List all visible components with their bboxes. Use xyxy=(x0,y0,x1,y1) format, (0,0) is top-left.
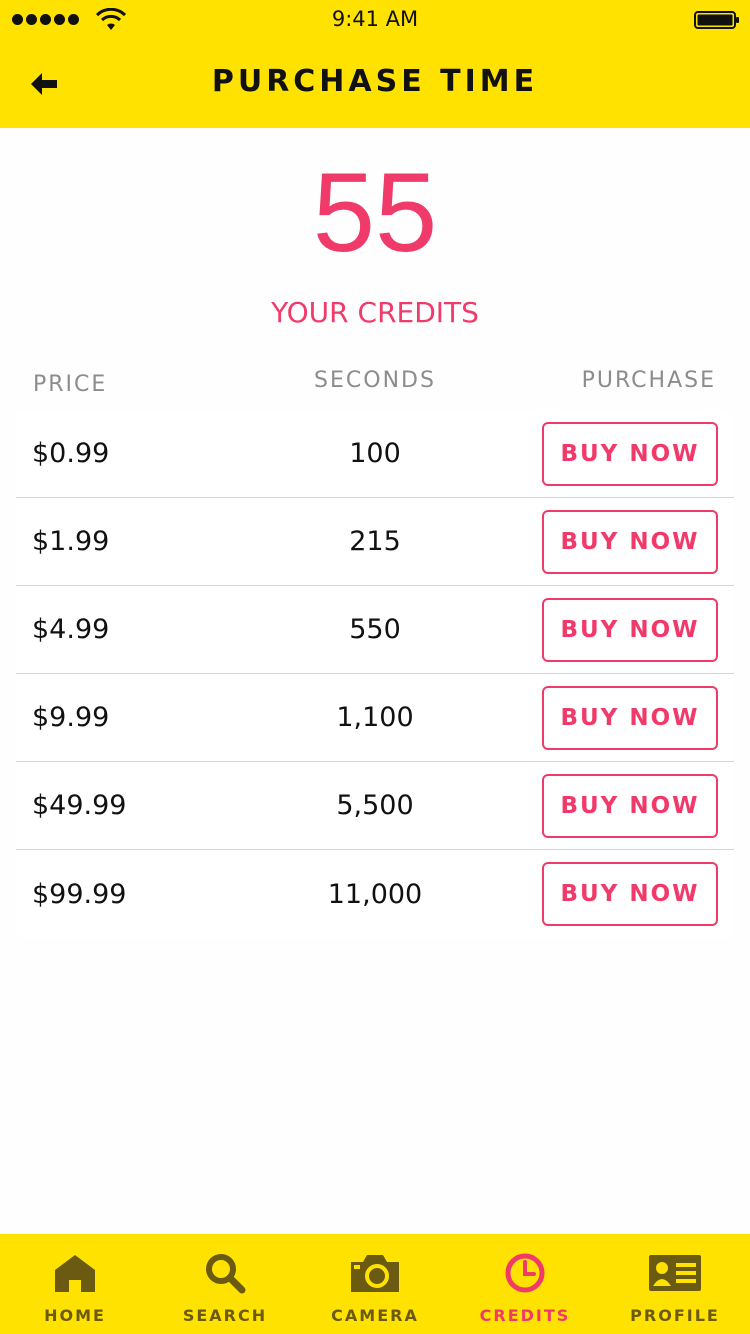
column-header-purchase: PURCHASE xyxy=(581,368,716,393)
clock-icon xyxy=(505,1253,545,1293)
credits-count: 55 xyxy=(312,150,438,275)
tab-bar: HOME SEARCH CAMERA CREDITS PROFILE xyxy=(0,1234,750,1334)
tab-profile[interactable]: PROFILE xyxy=(600,1234,750,1334)
credits-label: YOUR CREDITS xyxy=(271,296,479,329)
home-icon xyxy=(55,1255,95,1292)
tab-label: HOME xyxy=(44,1306,106,1325)
camera-icon xyxy=(351,1255,399,1292)
tab-camera[interactable]: CAMERA xyxy=(300,1234,450,1334)
tab-label: SEARCH xyxy=(182,1306,268,1325)
tab-label: PROFILE xyxy=(630,1306,720,1325)
table-row: $4.99 550 BUY NOW xyxy=(16,586,734,674)
pricing-table: $0.99 100 BUY NOW $1.99 215 BUY NOW $4.9… xyxy=(16,410,734,938)
buy-now-button[interactable]: BUY NOW xyxy=(542,774,718,838)
profile-card-icon xyxy=(649,1255,701,1291)
buy-now-button[interactable]: BUY NOW xyxy=(542,422,718,486)
table-row: $0.99 100 BUY NOW xyxy=(16,410,734,498)
tab-label: CREDITS xyxy=(479,1306,571,1325)
page-title: PURCHASE TIME xyxy=(211,64,539,99)
battery-icon xyxy=(694,11,739,29)
table-row: $9.99 1,100 BUY NOW xyxy=(16,674,734,762)
buy-now-button[interactable]: BUY NOW xyxy=(542,862,718,926)
search-icon xyxy=(206,1254,246,1294)
status-time: 9:41 AM xyxy=(331,7,419,31)
tab-home[interactable]: HOME xyxy=(0,1234,150,1334)
header: PURCHASE TIME xyxy=(0,40,750,128)
tab-credits[interactable]: CREDITS xyxy=(450,1234,600,1334)
status-bar: 9:41 AM xyxy=(0,0,750,40)
tab-search[interactable]: SEARCH xyxy=(150,1234,300,1334)
buy-now-button[interactable]: BUY NOW xyxy=(542,598,718,662)
table-row: $99.99 11,000 BUY NOW xyxy=(16,850,734,938)
buy-now-button[interactable]: BUY NOW xyxy=(542,510,718,574)
tab-label: CAMERA xyxy=(331,1306,419,1325)
table-row: $1.99 215 BUY NOW xyxy=(16,498,734,586)
table-row: $49.99 5,500 BUY NOW xyxy=(16,762,734,850)
buy-now-button[interactable]: BUY NOW xyxy=(542,686,718,750)
